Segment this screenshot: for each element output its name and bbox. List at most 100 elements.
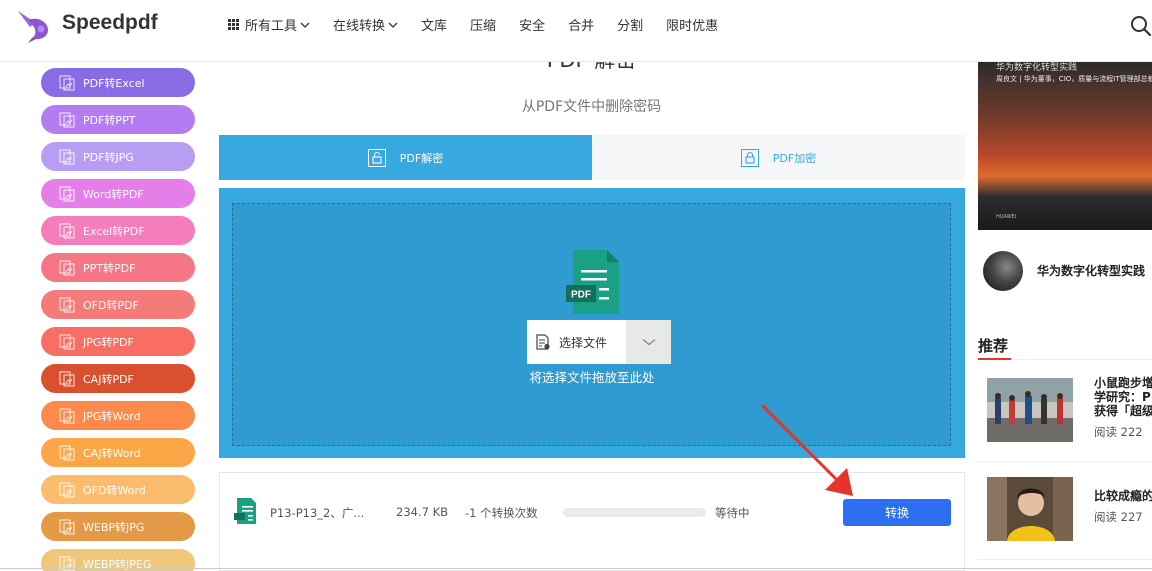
sidebar-item-label: Word转PDF [83, 187, 144, 201]
nav-security[interactable]: 安全 [519, 15, 545, 34]
tool-sidebar: PDF转Excel PDF转PPT PDF转JPG Word转PDF Excel转PDF… [41, 68, 196, 571]
brand-name[interactable]: Speedpdf [62, 11, 158, 35]
file-convert-icon [59, 445, 75, 460]
ad-banner[interactable]: 华为数字化转型实践 周良文 | 华为董事，CIO，质量与流程IT管理部总裁 HU… [978, 62, 1152, 230]
divider [978, 461, 1152, 462]
nav-compress[interactable]: 压缩 [470, 15, 496, 34]
sidebar-item[interactable]: JPG转Word [41, 401, 195, 430]
file-convert-icon [59, 297, 75, 312]
article-title-line: 学研究：P [1094, 390, 1151, 404]
tab-label: PDF解密 [399, 151, 444, 165]
sidebar-item[interactable]: OFD转Word [41, 475, 195, 504]
read-count: 阅读 222 [1094, 425, 1143, 439]
heading-underline [978, 358, 1011, 360]
sidebar-item[interactable]: PDF转PPT [41, 105, 195, 134]
file-convert-icon [59, 112, 75, 127]
article-thumbnail [987, 378, 1073, 442]
search-icon[interactable] [1130, 15, 1152, 37]
sidebar-item[interactable]: Excel转PDF [41, 216, 195, 245]
ad-footer: HUAWEI [996, 214, 1017, 220]
author-name[interactable]: 华为数字化转型实践 [1037, 262, 1145, 279]
sidebar-item[interactable]: OFD转PDF [41, 290, 195, 319]
progress-bar [563, 508, 706, 517]
select-source-dropdown[interactable] [626, 320, 671, 364]
sidebar-item-label: PDF转JPG [83, 150, 134, 164]
sidebar-item-label: JPG转PDF [83, 335, 134, 349]
file-row: P13-P13_2、广... 234.7 KB -1 个转换次数 等待中 转换 [219, 472, 965, 571]
tab-pdf-decrypt[interactable]: PDF解密 [219, 135, 592, 180]
nav-all-tools[interactable]: 所有工具 [228, 15, 310, 34]
tab-label: PDF加密 [772, 151, 817, 165]
divider [978, 559, 1152, 560]
ad-title: 华为数字化转型实践 [996, 63, 1078, 73]
divider [0, 568, 1152, 569]
unlock-icon [367, 148, 386, 167]
avatar[interactable] [983, 251, 1023, 291]
sidebar-item-label: PPT转PDF [83, 261, 136, 275]
recommend-heading: 推荐 [978, 337, 1009, 355]
svg-text:PDF: PDF [571, 290, 591, 301]
read-count: 阅读 227 [1094, 510, 1143, 524]
nav-online-convert[interactable]: 在线转换 [333, 15, 398, 34]
file-convert-icon [59, 75, 75, 90]
top-header: Speedpdf 所有工具 在线转换 文库 压缩 安全 合并 分割 限时优惠 [0, 0, 1152, 62]
article-title-line: 获得「超级 [1094, 404, 1152, 418]
conversion-count: -1 个转换次数 [465, 506, 538, 520]
file-convert-icon [59, 260, 75, 275]
lock-icon [740, 148, 759, 167]
file-convert-icon [59, 519, 75, 534]
file-doc-icon [234, 498, 256, 524]
chevron-down-icon [388, 22, 398, 28]
file-add-icon [536, 334, 550, 350]
file-convert-icon [59, 223, 75, 238]
file-convert-icon [59, 334, 75, 349]
file-convert-icon [59, 371, 75, 386]
sidebar-item-label: WEBP转JPG [83, 520, 145, 534]
chevron-down-icon [642, 339, 655, 346]
sidebar-item[interactable]: Word转PDF [41, 179, 195, 208]
select-file-button[interactable]: 选择文件 [527, 320, 626, 364]
nav-library[interactable]: 文库 [421, 15, 447, 34]
file-name: P13-P13_2、广... [270, 506, 365, 520]
file-convert-icon [59, 149, 75, 164]
sidebar-item-label: JPG转Word [83, 409, 141, 423]
sidebar-item[interactable]: PDF转Excel [41, 68, 195, 97]
tab-bar: PDF解密 PDF加密 [219, 135, 965, 180]
chevron-down-icon [300, 22, 310, 28]
sidebar-item-label: PDF转PPT [83, 113, 136, 127]
sidebar-item[interactable]: WEBP转JPG [41, 512, 195, 541]
file-convert-icon [59, 482, 75, 497]
nav-label: 在线转换 [333, 19, 386, 34]
sidebar-item[interactable]: PDF转JPG [41, 142, 195, 171]
sidebar-item-label: CAJ转Word [83, 446, 141, 460]
sidebar-item-label: OFD转Word [83, 483, 146, 497]
file-size: 234.7 KB [396, 505, 449, 519]
sidebar-item[interactable]: CAJ转PDF [41, 364, 195, 393]
sidebar-item-label: OFD转PDF [83, 298, 139, 312]
file-status: 等待中 [715, 506, 750, 520]
nav-promo[interactable]: 限时优惠 [666, 15, 718, 34]
file-convert-icon [59, 186, 75, 201]
nav-label: 所有工具 [245, 19, 298, 34]
sidebar-item[interactable]: CAJ转Word [41, 438, 195, 467]
ad-subtitle: 周良文 | 华为董事，CIO，质量与流程IT管理部总裁 [996, 75, 1152, 83]
grid-icon [228, 19, 239, 30]
select-file-control: 选择文件 [527, 320, 671, 364]
nav-merge[interactable]: 合并 [568, 15, 594, 34]
sidebar-item[interactable]: JPG转PDF [41, 327, 195, 356]
convert-button[interactable]: 转换 [843, 499, 951, 526]
file-convert-icon [59, 408, 75, 423]
page: Speedpdf 所有工具 在线转换 文库 压缩 安全 合并 分割 限时优惠 P… [0, 0, 1152, 571]
select-file-label: 选择文件 [559, 335, 608, 350]
drop-hint: 将选择文件拖放至此处 [529, 370, 655, 385]
page-subtitle: 从PDF文件中删除密码 [521, 99, 662, 115]
tab-pdf-encrypt[interactable]: PDF加密 [592, 135, 965, 180]
speedpdf-logo-icon[interactable] [14, 8, 54, 44]
article-thumbnail [987, 477, 1073, 541]
nav-split[interactable]: 分割 [617, 15, 643, 34]
sidebar-item[interactable]: PPT转PDF [41, 253, 195, 282]
sidebar-item-label: PDF转Excel [83, 76, 145, 90]
sidebar-item-label: Excel转PDF [83, 224, 145, 238]
pdf-file-icon: PDF [566, 250, 619, 314]
article-title-line: 小鼠跑步增 [1094, 376, 1152, 390]
